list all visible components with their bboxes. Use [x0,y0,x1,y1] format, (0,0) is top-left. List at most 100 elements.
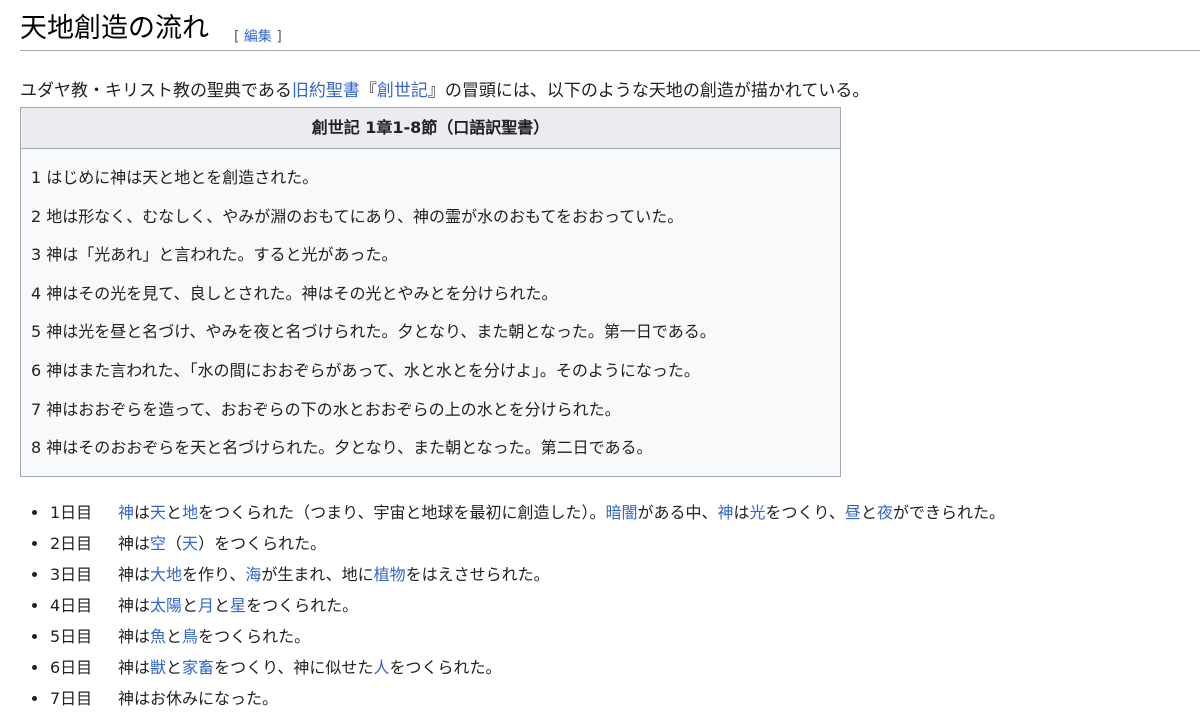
text-segment: をはえさせられた。 [405,565,550,584]
text-segment: と [860,503,877,522]
verse-list: 1 はじめに神は天と地とを創造された。 2 地は形なく、むなしく、やみが淵のおもて… [21,149,840,468]
day-label: 4日目 [50,596,93,615]
text-segment: をつくられた。 [246,596,359,615]
article-link[interactable]: 天 [150,503,166,522]
bullet-icon [32,634,37,639]
article-link[interactable]: 鳥 [182,627,198,646]
day-item: 5日目 神は魚と鳥をつくられた。 [30,621,1190,652]
day-description: 神は天と地をつくられた（つまり、宇宙と地球を最初に創造した）。暗闇がある中、神は… [118,503,1005,522]
article-link[interactable]: 神 [717,503,733,522]
article-link[interactable]: 家畜 [182,658,214,677]
article-link[interactable]: 夜 [877,503,893,522]
text-segment: が生まれ、地に [261,565,374,584]
text-segment: を作り、 [182,565,246,584]
section-heading: 天地創造の流れ [ 編集 ] [20,10,1200,51]
article-link[interactable]: 海 [245,565,261,584]
article-link[interactable]: 地 [182,503,198,522]
text-segment: をつくり、 [765,503,845,522]
text-segment: ができられた。 [892,503,1005,522]
bullet-icon [32,572,37,577]
edit-bracket-open: [ [234,29,240,45]
text-segment: 神は [118,627,151,646]
article-link[interactable]: 創世記 [377,81,428,101]
bullet-icon [32,541,37,546]
text-segment: 『 [359,81,377,101]
day-label: 6日目 [50,658,93,677]
text-segment: は [733,503,750,522]
quote-title: 創世記 1章1-8節（口語訳聖書） [21,108,840,149]
text-segment: 』の冒頭には、以下のような天地の創造が描かれている。 [427,81,870,101]
day-description: 神はお休みになった。 [118,689,278,708]
text-segment: と [166,658,183,677]
section-title: 天地創造の流れ [20,13,209,44]
text-segment: ）をつくられた。 [198,534,327,553]
text-segment: と [166,627,183,646]
article-link[interactable]: 植物 [374,565,406,584]
article-link[interactable]: 星 [230,596,246,615]
bullet-icon [32,603,37,608]
text-segment: をつくられた。 [198,627,311,646]
text-segment: をつくられた。 [389,658,502,677]
intro-paragraph: ユダヤ教・キリスト教の聖典である旧約聖書『創世記』の冒頭には、以下のような天地の… [20,77,1190,105]
day-item: 7日目 神はお休みになった。 [30,683,1190,714]
text-segment: 神は [118,565,151,584]
bullet-icon [32,665,37,670]
text-segment: 神はお休みになった。 [118,689,279,708]
verse-item: 8 神はそのおおぞらを天と名づけられた。夕となり、また朝となった。第二日である。 [31,438,653,458]
article-page: 天地創造の流れ [ 編集 ] ユダヤ教・キリスト教の聖典である旧約聖書『創世記』… [0,0,1200,728]
article-link[interactable]: 神 [118,503,134,522]
text-segment: と [166,503,183,522]
text-segment: （ [166,534,183,553]
day-item: 1日目 神は天と地をつくられた（つまり、宇宙と地球を最初に創造した）。暗闇がある中… [30,497,1190,528]
text-segment: と [214,596,231,615]
article-link[interactable]: 旧約聖書 [292,81,360,101]
quote-box: 創世記 1章1-8節（口語訳聖書） 1 はじめに神は天と地とを創造された。 2 地… [20,107,841,477]
text-segment: 神は [118,596,151,615]
day-label: 7日目 [50,689,93,708]
edit-bracket-close: ] [276,29,282,45]
verse-item: 7 神はおおぞらを造って、おおぞらの下の水とおおぞらの上の水とを分けられた。 [31,399,621,419]
article-link[interactable]: 暗闇 [605,503,637,522]
day-item: 3日目 神は大地を作り、海が生まれ、地に植物をはえさせられた。 [30,559,1190,590]
article-link[interactable]: 光 [750,503,766,522]
day-description: 神は魚と鳥をつくられた。 [118,627,310,646]
bullet-icon [32,696,37,701]
text-segment: と [182,596,199,615]
days-list: 1日目 神は天と地をつくられた（つまり、宇宙と地球を最初に創造した）。暗闇がある中… [30,497,1190,714]
verse-item: 3 神は「光あれ」と言われた。すると光があった。 [31,245,398,265]
verse-item: 6 神はまた言われた、「水の間におおぞらがあって、水と水とを分けよ」。そのように… [31,360,700,380]
day-item: 6日目 神は獣と家畜をつくり、神に似せた人をつくられた。 [30,652,1190,683]
verse-item: 1 はじめに神は天と地とを創造された。 [31,168,319,187]
text-segment: ユダヤ教・キリスト教の聖典である [20,81,292,101]
text-segment: がある中、 [637,503,718,522]
day-description: 神は大地を作り、海が生まれ、地に植物をはえさせられた。 [118,565,550,584]
article-link[interactable]: 獣 [150,658,166,677]
text-segment: をつくられた（つまり、宇宙と地球を最初に創造した）。 [198,503,606,522]
text-segment: をつくり、神に似せた [214,658,374,677]
edit-section: [ 編集 ] [234,26,282,46]
day-label: 5日目 [50,627,93,646]
edit-section-link[interactable]: 編集 [244,29,272,45]
day-label: 1日目 [50,503,93,522]
day-description: 神は獣と家畜をつくり、神に似せた人をつくられた。 [118,658,501,677]
article-link[interactable]: 天 [182,534,198,553]
day-item: 4日目 神は太陽と月と星をつくられた。 [30,590,1190,621]
text-segment: 神は [118,534,151,553]
day-description: 神は太陽と月と星をつくられた。 [118,596,358,615]
day-label: 2日目 [50,534,93,553]
day-label: 3日目 [50,565,93,584]
verse-item: 2 地は形なく、むなしく、やみが淵のおもてにあり、神の霊が水のおもてをおおってい… [31,206,684,226]
verse-item: 4 神はその光を見て、良しとされた。神はその光とやみとを分けられた。 [31,283,558,303]
text-segment: は [134,503,151,522]
text-segment: 神は [118,658,151,677]
bullet-icon [32,510,37,515]
article-link[interactable]: 大地 [150,565,182,584]
article-link[interactable]: 太陽 [150,596,182,615]
article-link[interactable]: 月 [198,596,214,615]
day-description: 神は空（天）をつくられた。 [118,534,326,553]
article-link[interactable]: 魚 [150,627,166,646]
verse-item: 5 神は光を昼と名づけ、やみを夜と名づけられた。夕となり、また朝となった。第一日… [31,322,716,342]
article-link[interactable]: 空 [150,534,166,553]
article-link[interactable]: 昼 [845,503,861,522]
article-link[interactable]: 人 [373,658,389,677]
